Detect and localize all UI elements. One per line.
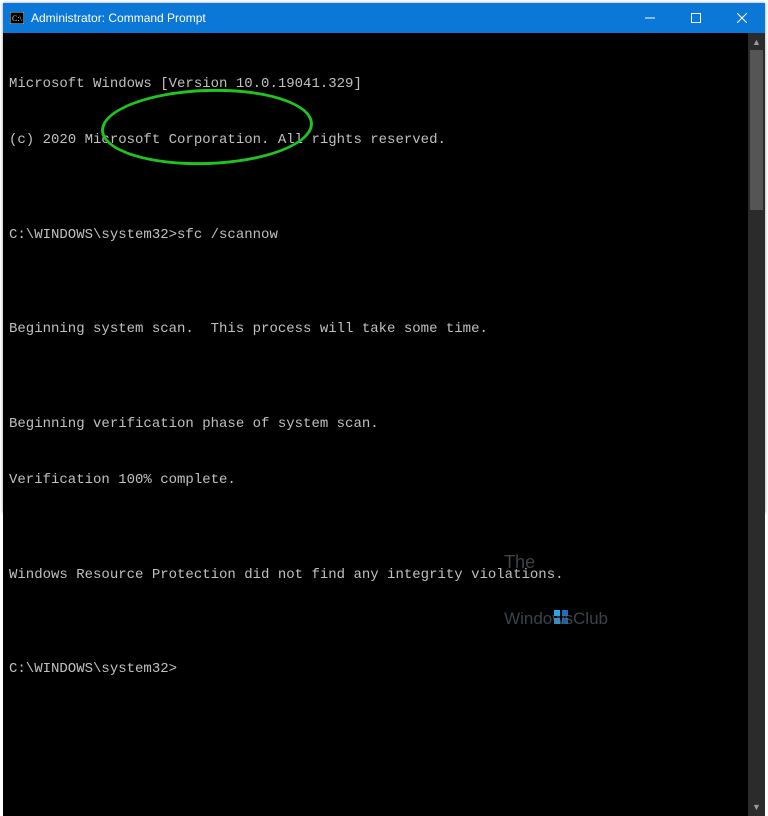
window-title: Administrator: Command Prompt: [31, 11, 206, 25]
highlight-annotation: [100, 85, 315, 168]
console-line: C:\WINDOWS\system32>: [9, 660, 742, 679]
console-line: Beginning verification phase of system s…: [9, 415, 742, 434]
scrollbar-track[interactable]: [748, 50, 765, 799]
vertical-scrollbar[interactable]: ▲ ▼: [748, 33, 765, 816]
console-line: Beginning system scan. This process will…: [9, 320, 742, 339]
console-line: Microsoft Windows [Version 10.0.19041.32…: [9, 75, 742, 94]
console-line: C:\WINDOWS\system32>sfc /scannow: [9, 226, 742, 245]
client-area: Microsoft Windows [Version 10.0.19041.32…: [3, 33, 765, 816]
scrollbar-thumb[interactable]: [750, 50, 763, 210]
console-output[interactable]: Microsoft Windows [Version 10.0.19041.32…: [3, 33, 748, 816]
maximize-button[interactable]: [673, 3, 719, 33]
console-line: Verification 100% complete.: [9, 471, 742, 490]
cmd-icon: C:\: [9, 10, 25, 26]
command-prompt-window: C:\ Administrator: Command Prompt Micros…: [3, 3, 765, 513]
watermark-logo-icon: [554, 610, 568, 624]
svg-text:C:\: C:\: [12, 14, 23, 23]
console-line: (c) 2020 Microsoft Corporation. All righ…: [9, 131, 742, 150]
minimize-button[interactable]: [627, 3, 673, 33]
scroll-up-button[interactable]: ▲: [748, 33, 765, 50]
watermark-line: WindowsClub: [504, 610, 608, 628]
scroll-down-button[interactable]: ▼: [748, 799, 765, 816]
watermark-text: The WindowsClub: [504, 515, 608, 665]
console-line: Windows Resource Protection did not find…: [9, 566, 742, 585]
close-button[interactable]: [719, 3, 765, 33]
titlebar[interactable]: C:\ Administrator: Command Prompt: [3, 3, 765, 33]
